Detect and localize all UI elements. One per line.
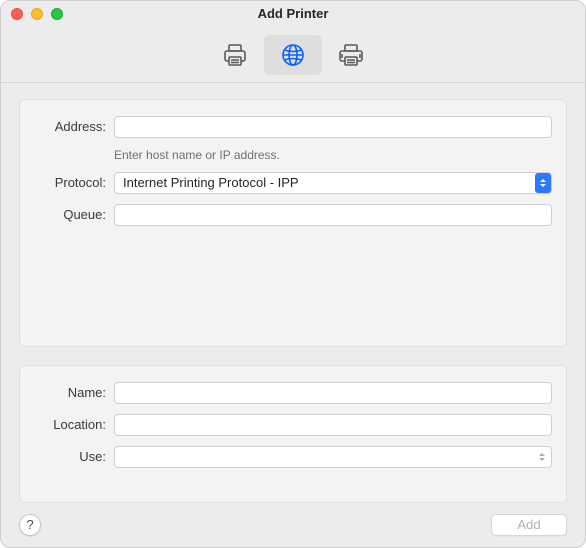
titlebar: Add Printer	[1, 1, 585, 28]
updown-icon	[535, 173, 551, 193]
tab-windows[interactable]	[322, 35, 380, 75]
close-window-button[interactable]	[11, 8, 23, 20]
address-hint: Enter host name or IP address.	[114, 148, 552, 162]
updown-icon	[536, 449, 548, 465]
address-label: Address:	[34, 119, 114, 134]
use-label: Use:	[34, 449, 114, 464]
zoom-window-button[interactable]	[51, 8, 63, 20]
tab-default[interactable]	[206, 35, 264, 75]
name-input[interactable]	[114, 382, 552, 404]
protocol-value: Internet Printing Protocol - IPP	[114, 172, 552, 194]
protocol-label: Protocol:	[34, 175, 114, 190]
location-label: Location:	[34, 417, 114, 432]
queue-input[interactable]	[114, 204, 552, 226]
body: Address: Enter host name or IP address. …	[1, 83, 585, 503]
details-panel: Name: Location: Use:	[19, 365, 567, 503]
footer: ? Add	[1, 503, 585, 547]
queue-label: Queue:	[34, 207, 114, 222]
use-select[interactable]	[114, 446, 552, 468]
add-printer-window: Add Printer	[0, 0, 586, 548]
name-label: Name:	[34, 385, 114, 400]
minimize-window-button[interactable]	[31, 8, 43, 20]
connection-panel: Address: Enter host name or IP address. …	[19, 99, 567, 347]
printer-icon	[221, 42, 249, 68]
add-button[interactable]: Add	[491, 514, 567, 536]
toolbar	[1, 28, 585, 83]
address-input[interactable]	[114, 116, 552, 138]
window-controls	[11, 8, 63, 20]
printer-advanced-icon	[337, 42, 365, 68]
window-title: Add Printer	[258, 6, 329, 21]
tab-ip[interactable]	[264, 35, 322, 75]
tab-segment	[206, 35, 380, 75]
protocol-select[interactable]: Internet Printing Protocol - IPP	[114, 172, 552, 194]
help-button[interactable]: ?	[19, 514, 41, 536]
location-input[interactable]	[114, 414, 552, 436]
globe-icon	[279, 42, 307, 68]
use-value	[114, 446, 552, 468]
